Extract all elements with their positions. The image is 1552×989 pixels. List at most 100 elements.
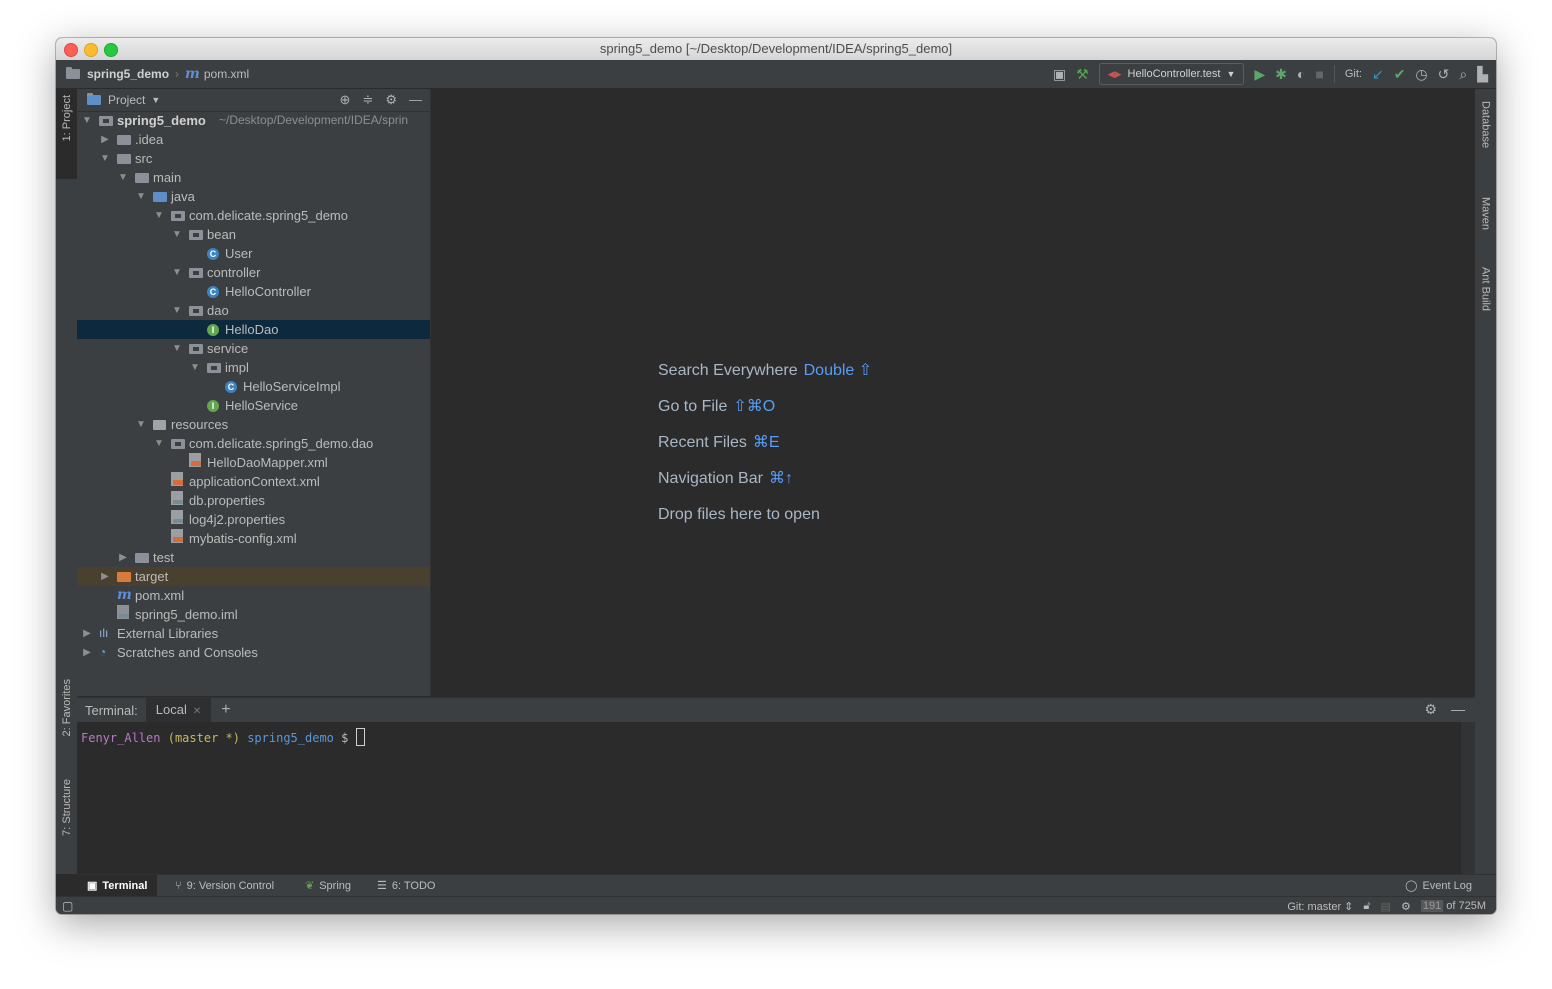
tree-item[interactable]: ▶ test [77, 548, 430, 567]
minimize-window-button[interactable] [84, 43, 98, 57]
collapse-all-icon[interactable]: ≑ [362, 92, 373, 108]
tab-project[interactable]: 1: Project [56, 89, 77, 179]
tree-item[interactable]: ▶ ılı External Libraries [77, 624, 430, 643]
tree-item[interactable]: HelloDaoMapper.xml [77, 453, 430, 472]
tree-item[interactable]: C HelloServiceImpl [77, 377, 430, 396]
tree-item[interactable]: db.properties [77, 491, 430, 510]
hide-icon[interactable]: — [409, 92, 422, 108]
git-branch-widget[interactable]: Git: master ⇕ [1287, 900, 1353, 913]
ide-window: spring5_demo [~/Desktop/Development/IDEA… [56, 38, 1496, 914]
tree-item[interactable]: ▶ .idea [77, 130, 430, 149]
gear-icon[interactable]: ⚙ [1424, 701, 1437, 718]
terminal-tab-local[interactable]: Local ✕ [145, 698, 212, 722]
chevron-down-icon[interactable]: ▼ [171, 301, 183, 320]
git-update-icon[interactable]: ↙ [1372, 66, 1384, 82]
tree-item[interactable]: ▼ java [77, 187, 430, 206]
coverage-icon[interactable]: ◐ [1297, 66, 1305, 82]
project-layout-icon[interactable]: ▙ [1477, 66, 1488, 82]
tree-item[interactable]: ▼ resources [77, 415, 430, 434]
chevron-down-icon[interactable]: ▼ [153, 206, 165, 225]
chevron-down-icon[interactable]: ▼ [117, 168, 129, 187]
tree-item[interactable]: ▼ com.delicate.spring5_demo.dao [77, 434, 430, 453]
spring-icon: ❦ [305, 880, 315, 892]
tree-item[interactable]: ▶ ◔ Scratches and Consoles [77, 643, 430, 662]
bottom-tab-spring[interactable]: ❦ Spring [295, 875, 361, 897]
bottom-tab-version-control[interactable]: ⑂ 9: Version Control [165, 875, 284, 897]
git-commit-icon[interactable]: ✔ [1394, 66, 1406, 82]
chevron-down-icon[interactable]: ▼ [81, 111, 93, 130]
breadcrumb-file[interactable]: pom.xml [204, 67, 249, 81]
git-history-icon[interactable]: ◷ [1415, 66, 1427, 82]
bottom-tab-terminal[interactable]: ▣ Terminal [77, 875, 158, 897]
locate-file-icon[interactable]: ⊕ [340, 92, 351, 108]
chevron-down-icon[interactable]: ▼ [99, 149, 111, 168]
hide-icon[interactable]: — [1451, 701, 1465, 718]
tree-item[interactable]: ▼ com.delicate.spring5_demo [77, 206, 430, 225]
tree-item[interactable]: spring5_demo.iml [77, 605, 430, 624]
gear-icon[interactable]: ⚙ [385, 92, 397, 108]
project-view-label[interactable]: Project [108, 93, 145, 107]
run-icon[interactable]: ▶ [1254, 66, 1265, 82]
bottom-tab-todo[interactable]: ☰ 6: TODO [367, 875, 445, 897]
tab-maven[interactable]: Maven [1475, 197, 1496, 257]
tab-ant-build-label: Ant Build [1479, 267, 1492, 312]
tree-item[interactable]: ▼ bean [77, 225, 430, 244]
new-terminal-icon[interactable]: + [221, 701, 230, 719]
tree-item[interactable]: ▶ target [77, 567, 430, 586]
tab-ant-build[interactable]: Ant Build [1475, 267, 1496, 347]
tree-item[interactable]: ▼ spring5_demo ~/Desktop/Development/IDEA/… [77, 111, 430, 130]
chevron-right-icon[interactable]: ▶ [81, 624, 93, 643]
chevron-right-icon[interactable]: ▶ [117, 548, 129, 567]
tree-item[interactable]: ▼ main [77, 168, 430, 187]
chevron-down-icon[interactable]: ▼ [135, 415, 147, 434]
chevron-down-icon[interactable]: ▼ [153, 434, 165, 453]
terminal-output[interactable]: Fenyr_Allen (master *) spring5_demo $ [77, 722, 1475, 752]
tree-item[interactable]: ▼ dao [77, 301, 430, 320]
tree-item[interactable]: I HelloService [77, 396, 430, 415]
run-configuration-select[interactable]: ◀▶ HelloController.test ▼ [1098, 63, 1245, 85]
breadcrumb-project[interactable]: spring5_demo [87, 67, 169, 81]
tree-item[interactable]: ▼ impl [77, 358, 430, 377]
editor-area[interactable]: Search Everywhere Double ⇧ Go to File ⇧⌘O Re… [431, 89, 1475, 696]
close-icon[interactable]: ✕ [193, 706, 201, 717]
tree-item[interactable]: applicationContext.xml [77, 472, 430, 491]
chevron-right-icon[interactable]: ▶ [81, 643, 93, 662]
event-log-label: Event Log [1422, 880, 1472, 892]
chevron-down-icon[interactable]: ▼ [135, 187, 147, 206]
status-bar: ▢ Git: master ⇕ 🔓︎ ▤ ⚙ 191 of 725M [56, 896, 1496, 914]
inspection-icon[interactable]: ▤ [1381, 900, 1391, 913]
tree-item[interactable]: C User [77, 244, 430, 263]
lock-icon[interactable]: 🔓︎ [1363, 900, 1370, 913]
project-structure-icon[interactable]: ▣ [1053, 66, 1066, 82]
tree-item-label: dao [207, 303, 229, 318]
chevron-down-icon[interactable]: ▼ [189, 358, 201, 377]
chevron-right-icon[interactable]: ▶ [99, 130, 111, 149]
tree-item[interactable]: m pom.xml [77, 586, 430, 605]
tree-item[interactable]: mybatis-config.xml [77, 529, 430, 548]
memory-indicator[interactable]: 191 of 725M [1420, 900, 1486, 912]
tab-favorites[interactable]: 2: Favorites [56, 679, 77, 769]
chevron-down-icon[interactable]: ▼ [171, 225, 183, 244]
tree-item[interactable]: ▼ controller [77, 263, 430, 282]
tree-item[interactable]: ▼ src [77, 149, 430, 168]
chevron-right-icon[interactable]: ▶ [99, 567, 111, 586]
tree-item[interactable]: I HelloDao [77, 320, 430, 339]
tree-item[interactable]: C HelloController [77, 282, 430, 301]
tree-item[interactable]: log4j2.properties [77, 510, 430, 529]
terminal-scrollbar[interactable] [1461, 722, 1475, 875]
chevron-down-icon[interactable]: ▼ [171, 263, 183, 282]
git-rollback-icon[interactable]: ↺ [1438, 66, 1450, 82]
chevron-down-icon[interactable]: ▼ [151, 95, 160, 105]
maximize-window-button[interactable] [104, 43, 118, 57]
tab-structure[interactable]: 7: Structure [56, 779, 77, 869]
tab-database[interactable]: Database [1475, 101, 1496, 173]
layout-toggle-icon[interactable]: ▢ [62, 899, 73, 913]
build-hammer-icon[interactable]: ⚒ [1076, 66, 1089, 82]
search-icon[interactable]: ⌕ [1459, 66, 1467, 82]
stop-icon[interactable]: ■ [1315, 66, 1323, 82]
tree-item[interactable]: ▼ service [77, 339, 430, 358]
close-window-button[interactable] [64, 43, 78, 57]
debug-icon[interactable]: ✱ [1275, 66, 1287, 82]
chevron-down-icon[interactable]: ▼ [171, 339, 183, 358]
event-log-button[interactable]: ◯ Event Log [1395, 875, 1482, 897]
